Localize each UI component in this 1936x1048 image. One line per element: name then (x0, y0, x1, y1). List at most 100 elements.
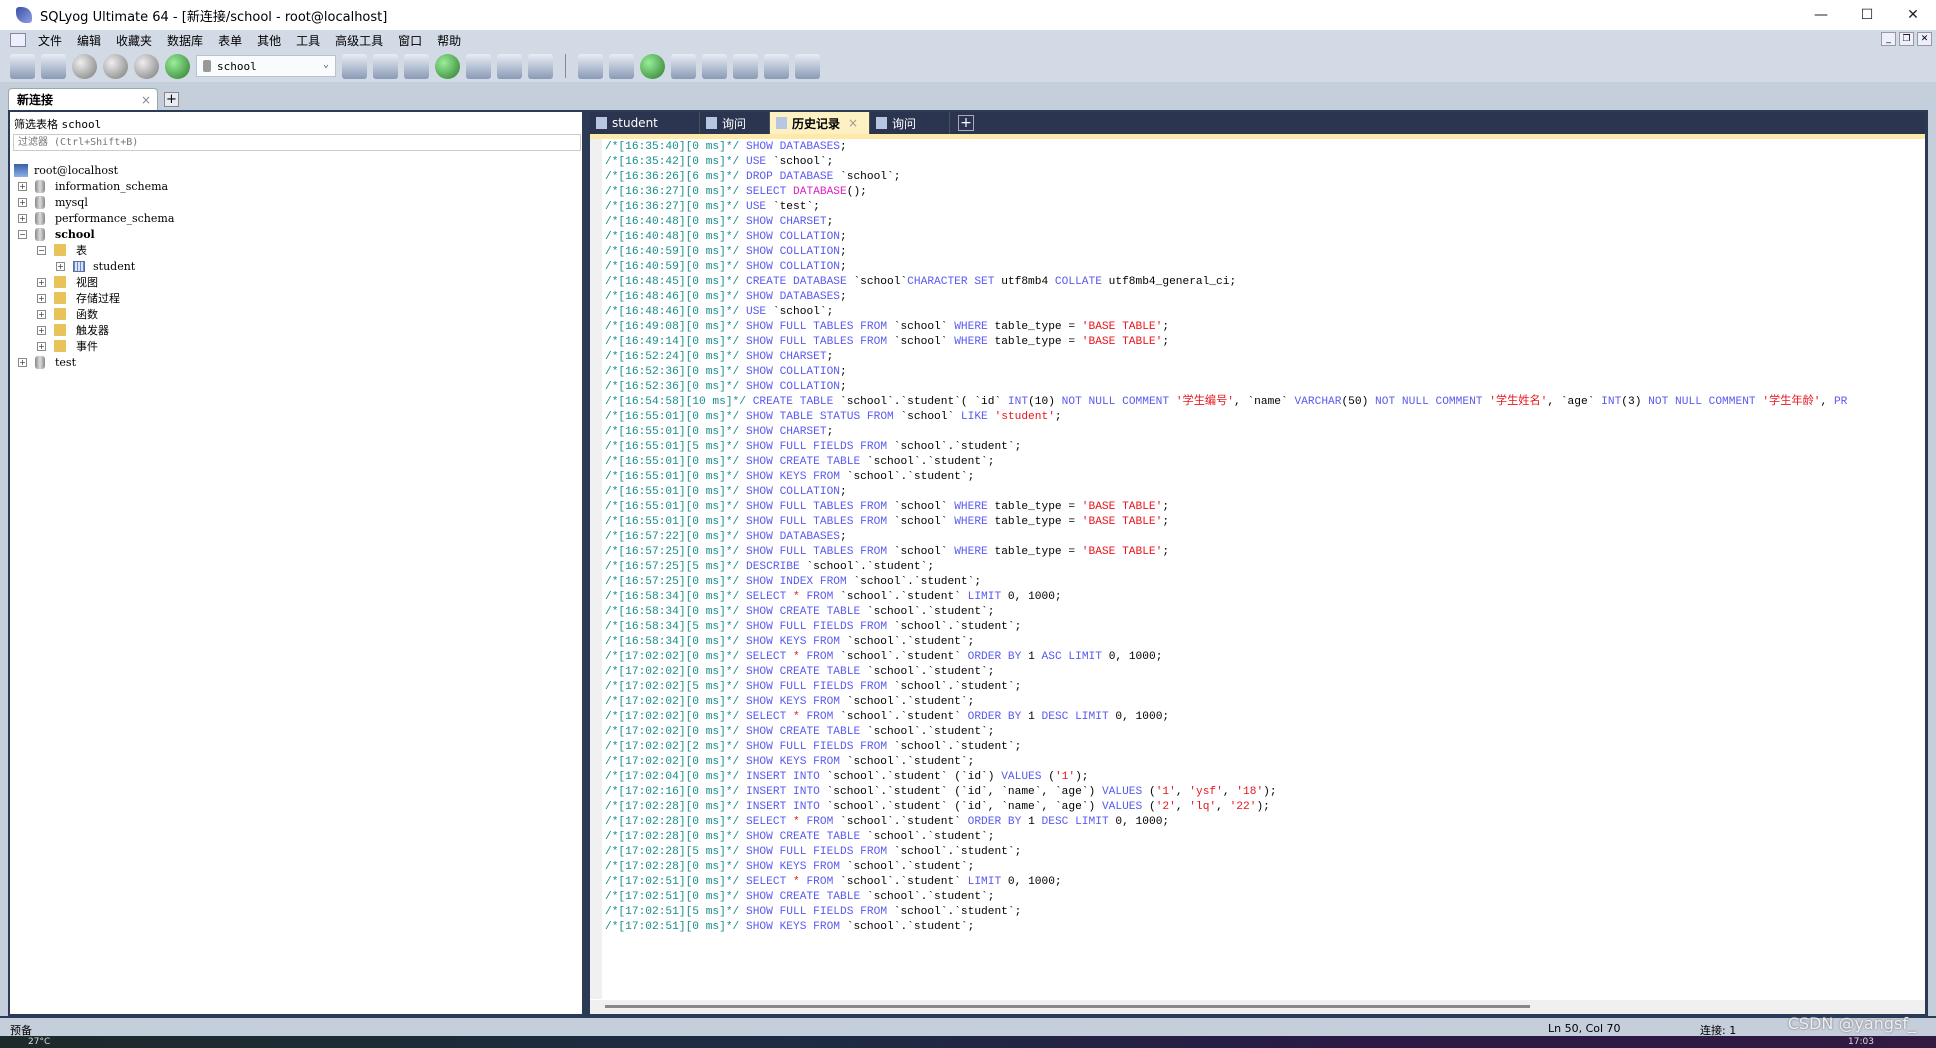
new-connection-icon[interactable] (10, 53, 35, 79)
add-connection-button[interactable]: + (164, 92, 179, 107)
scrollbar-thumb[interactable] (605, 1005, 1530, 1008)
history-line[interactable]: /*[17:02:51][0 ms]*/ SHOW CREATE TABLE `… (605, 890, 1923, 905)
menu-other[interactable]: 其他 (257, 32, 281, 49)
history-line[interactable]: /*[16:55:01][0 ms]*/ SHOW TABLE STATUS F… (605, 410, 1923, 425)
menu-file[interactable]: 文件 (38, 32, 62, 49)
history-line[interactable]: /*[16:48:46][0 ms]*/ SHOW DATABASES; (605, 290, 1923, 305)
history-line[interactable]: /*[16:55:01][0 ms]*/ SHOW CHARSET; (605, 425, 1923, 440)
history-line[interactable]: /*[16:58:34][5 ms]*/ SHOW FULL FIELDS FR… (605, 620, 1923, 635)
horizontal-scrollbar[interactable] (590, 1000, 1925, 1014)
history-line[interactable]: /*[17:02:02][0 ms]*/ SHOW KEYS FROM `sch… (605, 755, 1923, 770)
schema-designer-icon[interactable] (165, 53, 190, 79)
history-line[interactable]: /*[16:52:36][0 ms]*/ SHOW COLLATION; (605, 365, 1923, 380)
history-line[interactable]: /*[16:40:48][0 ms]*/ SHOW COLLATION; (605, 230, 1923, 245)
import-icon[interactable] (435, 53, 460, 79)
execute-query-icon[interactable] (72, 53, 97, 79)
manage-indexes-icon[interactable] (528, 53, 553, 79)
history-line[interactable]: /*[16:35:42][0 ms]*/ USE `school`; (605, 155, 1923, 170)
history-line[interactable]: /*[17:02:28][0 ms]*/ INSERT INTO `school… (605, 800, 1923, 815)
history-line[interactable]: /*[17:02:28][0 ms]*/ SHOW KEYS FROM `sch… (605, 860, 1923, 875)
visual-query-icon[interactable] (795, 53, 820, 79)
table-data-icon[interactable] (497, 53, 522, 79)
history-line[interactable]: /*[17:02:51][0 ms]*/ SELECT * FROM `scho… (605, 875, 1923, 890)
filter-input[interactable] (13, 134, 581, 151)
notifications-icon[interactable] (764, 53, 789, 79)
history-line[interactable]: /*[16:55:01][0 ms]*/ SHOW FULL TABLES FR… (605, 500, 1923, 515)
history-line[interactable]: /*[17:02:16][0 ms]*/ INSERT INTO `school… (605, 785, 1923, 800)
history-line[interactable]: /*[16:55:01][5 ms]*/ SHOW FULL FIELDS FR… (605, 440, 1923, 455)
history-line[interactable]: /*[16:58:34][0 ms]*/ SELECT * FROM `scho… (605, 590, 1923, 605)
query-tab[interactable]: 询问 (700, 112, 770, 134)
mdi-close-button[interactable]: ✕ (1917, 32, 1932, 46)
menu-favorites[interactable]: 收藏夹 (116, 32, 152, 49)
expand-icon[interactable]: + (18, 213, 27, 223)
history-line[interactable]: /*[16:40:59][0 ms]*/ SHOW COLLATION; (605, 260, 1923, 275)
menu-edit[interactable]: 编辑 (77, 32, 101, 49)
history-line[interactable]: /*[16:57:25][5 ms]*/ DESCRIBE `school`.`… (605, 560, 1923, 575)
new-query-icon[interactable] (41, 53, 66, 79)
menu-help[interactable]: 帮助 (437, 32, 461, 49)
tree-node[interactable]: root@localhost (14, 162, 174, 178)
history-line[interactable]: /*[16:54:58][10 ms]*/ CREATE TABLE `scho… (605, 395, 1923, 410)
expand-icon[interactable]: + (37, 325, 46, 335)
history-line[interactable]: /*[17:02:02][5 ms]*/ SHOW FULL FIELDS FR… (605, 680, 1923, 695)
history-line[interactable]: /*[16:36:26][6 ms]*/ DROP DATABASE `scho… (605, 170, 1923, 185)
tree-node[interactable]: + 视图 (14, 274, 174, 290)
close-icon[interactable]: × (141, 93, 151, 107)
add-query-tab-button[interactable]: + (958, 115, 974, 131)
history-line[interactable]: /*[17:02:02][0 ms]*/ SHOW CREATE TABLE `… (605, 665, 1923, 680)
history-line[interactable]: /*[17:02:02][2 ms]*/ SHOW FULL FIELDS FR… (605, 740, 1923, 755)
history-line[interactable]: /*[16:57:22][0 ms]*/ SHOW DATABASES; (605, 530, 1923, 545)
tree-node[interactable]: + information_schema (14, 178, 174, 194)
tree-node[interactable]: + 函数 (14, 306, 174, 322)
execute-all-icon[interactable] (103, 53, 128, 79)
history-line[interactable]: /*[16:36:27][0 ms]*/ USE `test`; (605, 200, 1923, 215)
close-button[interactable]: ✕ (1890, 0, 1936, 30)
tree-node[interactable]: + mysql (14, 194, 174, 210)
expand-icon[interactable]: + (37, 293, 46, 303)
history-line[interactable]: /*[17:02:51][0 ms]*/ SHOW KEYS FROM `sch… (605, 920, 1923, 935)
tree-node[interactable]: + 存储过程 (14, 290, 174, 306)
history-line[interactable]: /*[16:48:45][0 ms]*/ CREATE DATABASE `sc… (605, 275, 1923, 290)
history-line[interactable]: /*[16:35:40][0 ms]*/ SHOW DATABASES; (605, 140, 1923, 155)
weather[interactable]: 27°C (28, 1037, 50, 1047)
history-line[interactable]: /*[16:49:14][0 ms]*/ SHOW FULL TABLES FR… (605, 335, 1923, 350)
history-line[interactable]: /*[16:55:01][0 ms]*/ SHOW CREATE TABLE `… (605, 455, 1923, 470)
history-line[interactable]: /*[17:02:02][0 ms]*/ SHOW CREATE TABLE `… (605, 725, 1923, 740)
history-line[interactable]: /*[17:02:51][5 ms]*/ SHOW FULL FIELDS FR… (605, 905, 1923, 920)
history-log[interactable]: /*[16:35:40][0 ms]*/ SHOW DATABASES;/*[1… (605, 140, 1923, 1000)
data-sync-icon[interactable] (609, 53, 634, 79)
history-line[interactable]: /*[17:02:28][0 ms]*/ SELECT * FROM `scho… (605, 815, 1923, 830)
schema-sync-icon[interactable] (640, 53, 665, 79)
history-line[interactable]: /*[16:58:34][0 ms]*/ SHOW CREATE TABLE `… (605, 605, 1923, 620)
history-line[interactable]: /*[17:02:02][0 ms]*/ SHOW KEYS FROM `sch… (605, 695, 1923, 710)
history-line[interactable]: /*[16:55:01][0 ms]*/ SHOW KEYS FROM `sch… (605, 470, 1923, 485)
export-table-icon[interactable] (466, 53, 491, 79)
sql-scheduler-icon[interactable] (578, 53, 603, 79)
expand-icon[interactable]: + (56, 261, 65, 271)
minimize-button[interactable]: — (1798, 0, 1844, 30)
tree-node[interactable]: + student (14, 258, 174, 274)
history-line[interactable]: /*[16:40:48][0 ms]*/ SHOW CHARSET; (605, 215, 1923, 230)
expand-icon[interactable]: + (37, 277, 46, 287)
execute-edit-icon[interactable] (134, 53, 159, 79)
expand-icon[interactable]: + (37, 309, 46, 319)
menu-window[interactable]: 窗口 (398, 32, 422, 49)
history-line[interactable]: /*[16:58:34][0 ms]*/ SHOW KEYS FROM `sch… (605, 635, 1923, 650)
restore-icon[interactable] (404, 53, 429, 79)
expand-icon[interactable]: + (18, 181, 27, 191)
history-line[interactable]: /*[16:57:25][0 ms]*/ SHOW FULL TABLES FR… (605, 545, 1923, 560)
tree-node[interactable]: + 触发器 (14, 322, 174, 338)
backup-icon[interactable] (373, 53, 398, 79)
history-line[interactable]: /*[17:02:02][0 ms]*/ SELECT * FROM `scho… (605, 650, 1923, 665)
close-icon[interactable]: × (848, 116, 858, 130)
menu-database[interactable]: 数据库 (167, 32, 203, 49)
tree-node[interactable]: − school (14, 226, 174, 242)
query-tab[interactable]: student (590, 112, 700, 134)
history-line[interactable]: /*[16:48:46][0 ms]*/ USE `school`; (605, 305, 1923, 320)
tree-node[interactable]: + 事件 (14, 338, 174, 354)
copy-database-icon[interactable] (671, 53, 696, 79)
menu-tools[interactable]: 工具 (296, 32, 320, 49)
mdi-window-icon[interactable] (10, 33, 26, 47)
collapse-icon[interactable]: − (18, 229, 27, 239)
